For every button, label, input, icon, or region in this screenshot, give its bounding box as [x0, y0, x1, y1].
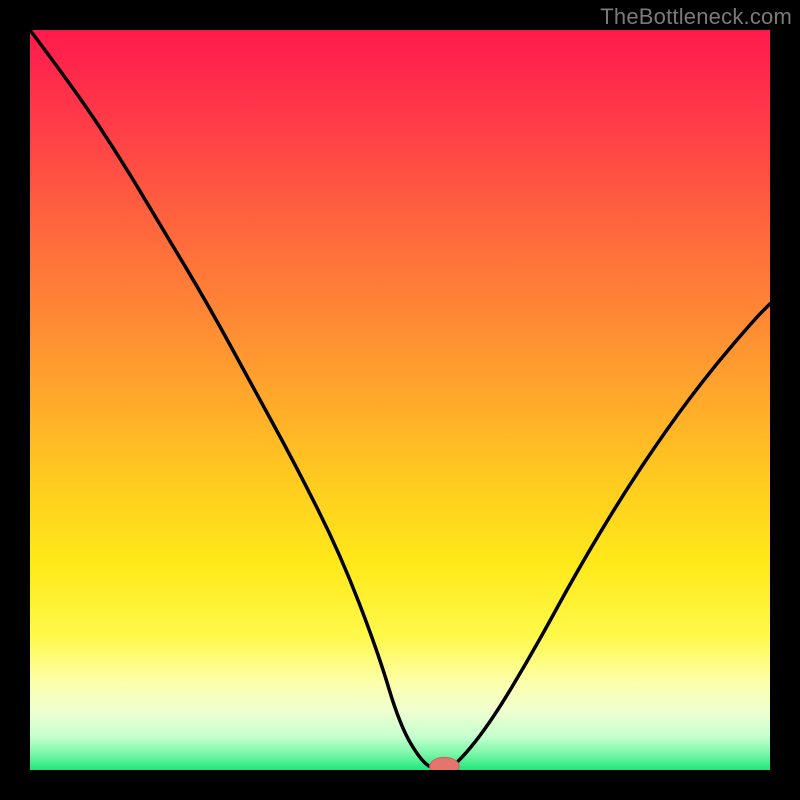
chart-frame: TheBottleneck.com — [0, 0, 800, 800]
gradient-background — [30, 30, 770, 770]
bottleneck-chart — [30, 30, 770, 770]
watermark-text: TheBottleneck.com — [600, 4, 792, 30]
